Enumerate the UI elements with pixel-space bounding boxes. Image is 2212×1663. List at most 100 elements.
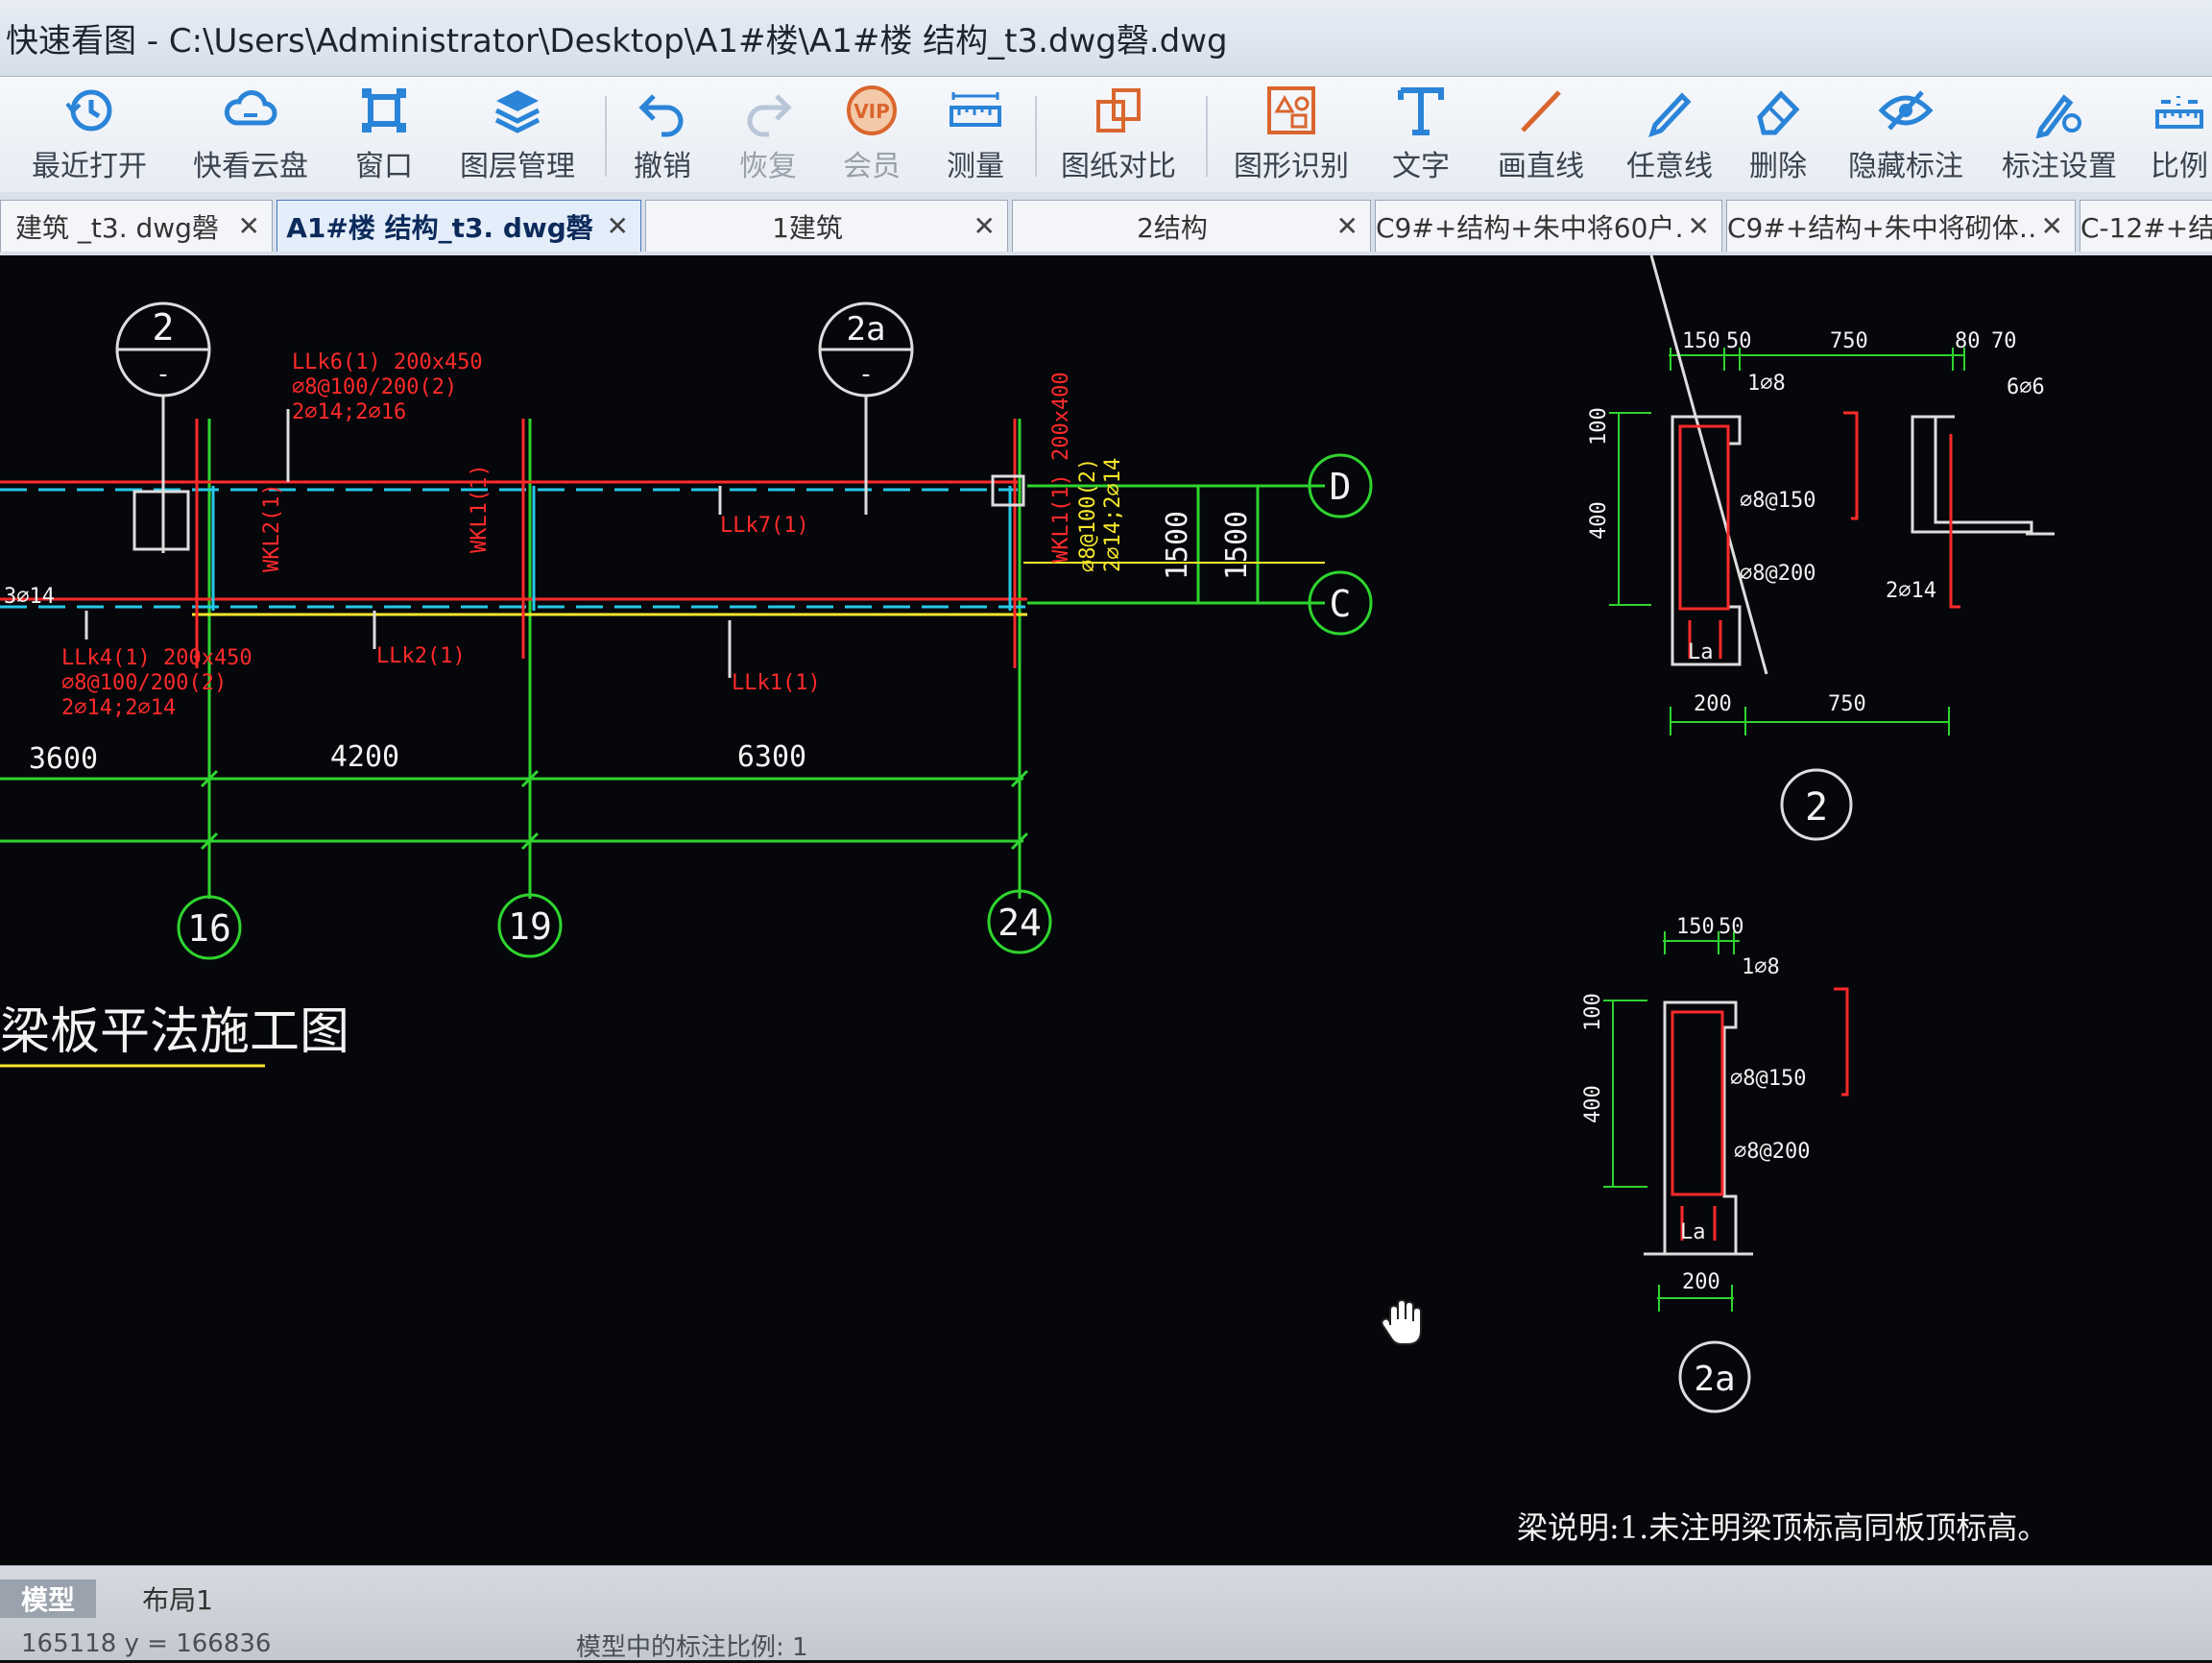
cad-drawing: 2 - 2a - 16 19 24 D C 3600 4200 6300 150… <box>0 255 2055 1546</box>
vertical-dimension: 1500 <box>1220 511 1254 580</box>
span-dimension: 6300 <box>737 740 806 774</box>
recent-open-button[interactable]: 最近打开 <box>27 83 152 188</box>
scale-button[interactable]: 比例 <box>2147 83 2212 188</box>
measure-button[interactable]: 测量 <box>935 83 1016 188</box>
detail-label: 2 <box>1805 785 1828 830</box>
tab-label: 建筑 _t3. dwg磬 <box>15 211 219 244</box>
close-icon[interactable]: ✕ <box>974 210 996 242</box>
detail-dimension: 200 <box>1694 692 1732 716</box>
redo-button[interactable]: 恢复 <box>730 83 806 188</box>
beam-annotation: LLk1(1) <box>732 671 821 695</box>
compare-squares-icon <box>1096 88 1141 133</box>
detail-dimension: 400 <box>1581 1085 1605 1123</box>
layer-manager-button[interactable]: 图层管理 <box>455 83 580 188</box>
tab-1-architecture[interactable]: 1建筑 ✕ <box>645 200 1008 252</box>
hide-annotation-button[interactable]: 隐藏标注 <box>1843 83 1968 188</box>
undo-arrow-icon <box>638 94 684 137</box>
section-detail-2: 150 50 750 80 70 100 400 200 750 1⌀8 ⌀8@… <box>1587 255 2055 841</box>
tab-c9-structure-masonry[interactable]: C9#+结构+朱中将砌体… ✕ <box>1726 200 2076 252</box>
redo-label: 恢复 <box>739 150 797 183</box>
main-toolbar: 最近打开 快看云盘 窗口 图层管理 撤销 恢复 VIP 会员 测量 图纸对比 图… <box>0 77 2212 193</box>
tab-architecture-dwg[interactable]: 建筑 _t3. dwg磬 ✕ <box>0 200 273 252</box>
hide-annotation-label: 隐藏标注 <box>1848 150 1963 183</box>
sheet-tab-model[interactable]: 模型 <box>0 1579 96 1618</box>
tab-2-structure[interactable]: 2结构 ✕ <box>1012 200 1371 252</box>
shape-recognize-icon <box>1267 86 1315 134</box>
beam-annotation: WKL1(1) <box>468 464 492 553</box>
beam-annotation: LLk2(1) <box>376 644 466 668</box>
drawing-compare-label: 图纸对比 <box>1061 150 1176 183</box>
close-icon[interactable]: ✕ <box>1336 210 1358 242</box>
section-marker-dash: - <box>858 360 874 389</box>
rebar-label: 1⌀8 <box>1742 955 1780 979</box>
detail-dimension: 100 <box>1587 407 1611 446</box>
vip-member-button[interactable]: VIP 会员 <box>833 83 910 188</box>
text-tool-button[interactable]: 文字 <box>1382 83 1459 188</box>
tab-a1-structure-dwg[interactable]: A1#楼 结构_t3. dwg磬 ✕ <box>276 200 641 252</box>
window-frame-icon <box>362 88 406 133</box>
sheet-tab-layout1[interactable]: 布局1 <box>106 1579 250 1618</box>
close-icon[interactable]: ✕ <box>2041 210 2063 242</box>
freehand-line-button[interactable]: 任意线 <box>1617 83 1722 188</box>
beam-annotation: ⌀8@100(2) <box>1076 458 1100 572</box>
detail-dimension: 50 <box>1719 915 1744 939</box>
detail-dimension: 50 <box>1726 329 1752 353</box>
detail-dimension: 80 <box>1955 329 1981 353</box>
window-label: 窗口 <box>355 150 413 183</box>
drawing-section-title: 梁板平法施工图 <box>0 1003 349 1061</box>
close-icon[interactable]: ✕ <box>1688 210 1710 242</box>
detail-dimension: 750 <box>1828 692 1866 716</box>
beam-annotation: LLk6(1) 200x450 <box>292 350 483 374</box>
cloud-disk-button[interactable]: 快看云盘 <box>188 83 313 188</box>
detail-dimension: 200 <box>1682 1270 1720 1294</box>
tab-c12-structure[interactable]: C-12#+结构 <box>2080 200 2212 252</box>
freehand-line-label: 任意线 <box>1626 150 1713 183</box>
span-dimension: 4200 <box>330 740 399 774</box>
axis-label-24: 24 <box>998 902 1042 944</box>
tab-c9-structure-60[interactable]: C9#+结构+朱中将60户… ✕ <box>1375 200 1722 252</box>
straight-line-icon <box>1521 90 1561 133</box>
axis-label-C: C <box>1330 583 1352 625</box>
window-button[interactable]: 窗口 <box>338 83 430 188</box>
beam-annotation: ⌀8@100/200(2) <box>61 671 227 695</box>
axis-label-16: 16 <box>187 907 231 950</box>
shape-recognize-button[interactable]: 图形识别 <box>1229 83 1354 188</box>
section-marker-label: 2a <box>847 310 886 349</box>
tab-label: C-12#+结构 <box>2080 211 2212 244</box>
detail-dimension: 100 <box>1581 993 1605 1031</box>
tab-label: A1#楼 结构_t3. dwg磬 <box>286 211 593 244</box>
undo-button[interactable]: 撤销 <box>624 83 701 188</box>
pen-icon <box>1648 92 1692 137</box>
redo-arrow-icon <box>747 94 792 137</box>
close-icon[interactable]: ✕ <box>607 210 629 242</box>
delete-button[interactable]: 删除 <box>1740 83 1816 188</box>
cloud-icon <box>224 90 277 126</box>
drawing-compare-button[interactable]: 图纸对比 <box>1056 83 1181 188</box>
tab-label: 2结构 <box>1137 211 1208 244</box>
tab-label: C9#+结构+朱中将60户… <box>1376 211 1683 244</box>
pan-hand-cursor-icon <box>1381 1298 1422 1345</box>
dimension-ticks <box>200 769 1029 851</box>
layer-manager-label: 图层管理 <box>460 150 575 183</box>
ruler-icon <box>950 92 1001 127</box>
beam-annotation: ⌀8@100/200(2) <box>292 375 457 399</box>
detail-dimension: 750 <box>1830 329 1868 353</box>
drawing-canvas[interactable]: 2 - 2a - 16 19 24 D C 3600 4200 6300 150… <box>0 255 2212 1565</box>
tab-label: 1建筑 <box>772 211 843 244</box>
shape-recognize-label: 图形识别 <box>1234 150 1349 183</box>
vip-member-label: 会员 <box>843 150 901 183</box>
title-bar: 快速看图 - C:\Users\Administrator\Desktop\A1… <box>0 0 2212 77</box>
layers-icon <box>494 90 541 133</box>
draw-line-button[interactable]: 画直线 <box>1488 83 1594 188</box>
annotation-settings-button[interactable]: 标注设置 <box>1997 83 2122 188</box>
cursor-coordinates: 165118 y = 166836 <box>21 1629 272 1658</box>
recent-open-label: 最近打开 <box>32 150 147 183</box>
detail-label: 2a <box>1694 1360 1735 1399</box>
status-bar: 模型 布局1 165118 y = 166836 模型中的标注比例: 1 <box>0 1565 2212 1662</box>
window-title: 快速看图 - C:\Users\Administrator\Desktop\A1… <box>6 22 1228 60</box>
column-box <box>132 490 190 551</box>
section-marker-dash: - <box>156 360 171 389</box>
annotation-scale: 模型中的标注比例: 1 <box>576 1633 808 1662</box>
beam-notes: 梁说明:1.未注明梁顶标高同板顶标高。 <box>1517 1509 2048 1546</box>
close-icon[interactable]: ✕ <box>238 210 260 242</box>
